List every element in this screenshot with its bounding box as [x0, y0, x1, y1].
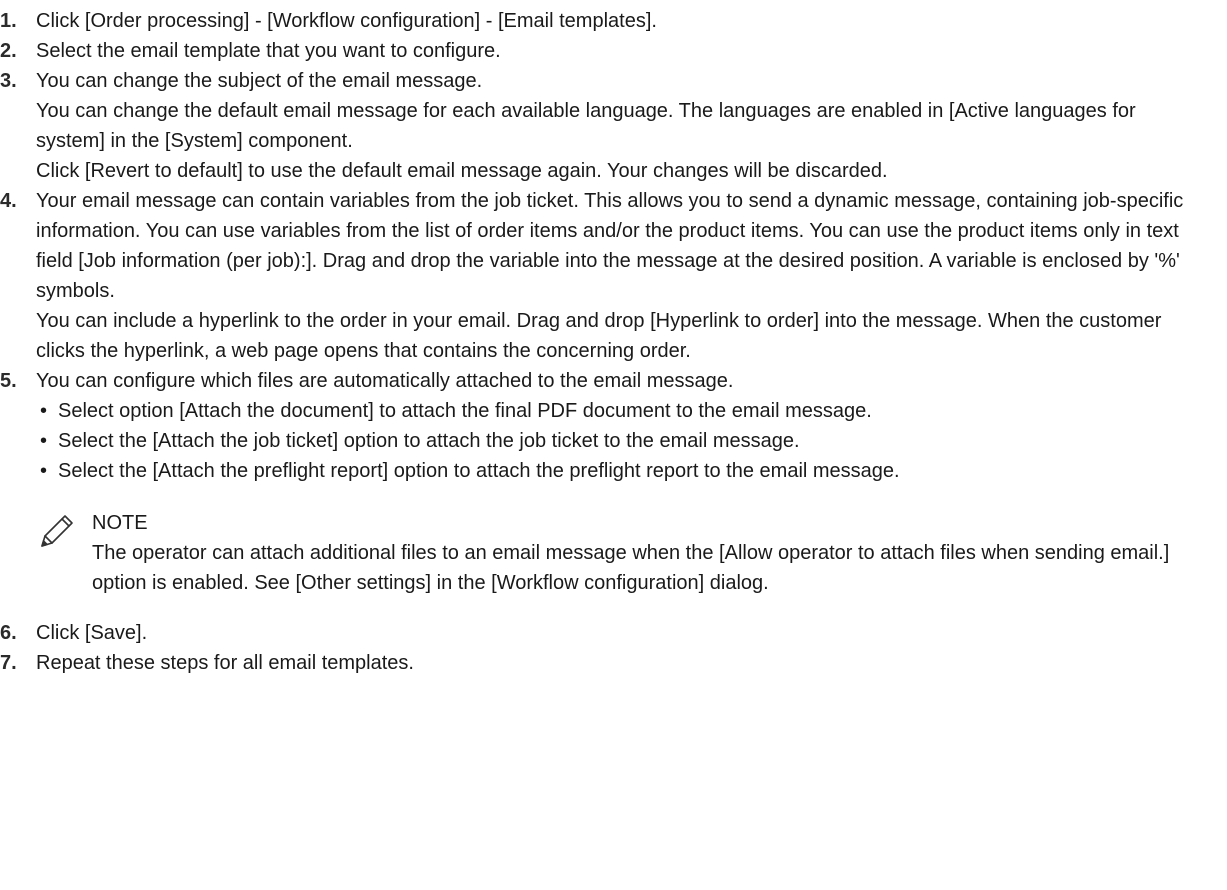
step-paragraph: You can include a hyperlink to the order…	[36, 310, 1162, 362]
pencil-note-icon	[36, 508, 92, 550]
list-item: • Select option [Attach the document] to…	[36, 396, 1207, 426]
list-item: • Select the [Attach the job ticket] opt…	[36, 426, 1207, 456]
note-title: NOTE	[92, 512, 148, 534]
step-paragraph: Select the email template that you want …	[36, 40, 501, 62]
step-paragraph: You can configure which files are automa…	[36, 370, 734, 392]
instruction-document: 1. Click [Order processing] - [Workflow …	[0, 0, 1227, 678]
list-item-text: Select the [Attach the job ticket] optio…	[58, 430, 800, 452]
note-content: NOTE The operator can attach additional …	[92, 508, 1207, 598]
step-body: Select the email template that you want …	[36, 36, 1207, 66]
bullet: •	[40, 430, 48, 452]
step-number: 1.	[0, 10, 17, 32]
step-body: Your email message can contain variables…	[36, 186, 1207, 366]
attachment-options-list: • Select option [Attach the document] to…	[36, 396, 1207, 486]
note-box: NOTE The operator can attach additional …	[36, 508, 1207, 598]
step-number: 2.	[0, 40, 17, 62]
step-body: Click [Order processing] - [Workflow con…	[36, 6, 1207, 36]
step-number: 3.	[0, 70, 17, 92]
step-paragraph: Click [Revert to default] to use the def…	[36, 160, 888, 182]
step-number: 4.	[0, 190, 17, 212]
step-3: 3. You can change the subject of the ema…	[0, 66, 1207, 186]
step-1: 1. Click [Order processing] - [Workflow …	[0, 6, 1207, 36]
bullet: •	[40, 460, 48, 482]
step-paragraph: Click [Save].	[36, 622, 148, 644]
step-body: You can configure which files are automa…	[36, 366, 1207, 618]
list-item: • Select the [Attach the preflight repor…	[36, 456, 1207, 486]
step-paragraph: Your email message can contain variables…	[36, 190, 1184, 302]
step-6: 6. Click [Save].	[0, 618, 1207, 648]
list-item-text: Select option [Attach the document] to a…	[58, 400, 872, 422]
step-number: 6.	[0, 622, 17, 644]
note-text: The operator can attach additional files…	[92, 542, 1170, 594]
step-7: 7. Repeat these steps for all email temp…	[0, 648, 1207, 678]
step-body: Repeat these steps for all email templat…	[36, 648, 1207, 678]
step-number: 7.	[0, 652, 17, 674]
step-paragraph: Repeat these steps for all email templat…	[36, 652, 414, 674]
step-paragraph: Click [Order processing] - [Workflow con…	[36, 10, 657, 32]
step-paragraph: You can change the subject of the email …	[36, 70, 483, 92]
step-body: You can change the subject of the email …	[36, 66, 1207, 186]
step-5: 5. You can configure which files are aut…	[0, 366, 1207, 618]
step-2: 2. Select the email template that you wa…	[0, 36, 1207, 66]
list-item-text: Select the [Attach the preflight report]…	[58, 460, 900, 482]
step-body: Click [Save].	[36, 618, 1207, 648]
step-4: 4. Your email message can contain variab…	[0, 186, 1207, 366]
bullet: •	[40, 400, 48, 422]
step-paragraph: You can change the default email message…	[36, 100, 1136, 152]
step-number: 5.	[0, 370, 17, 392]
